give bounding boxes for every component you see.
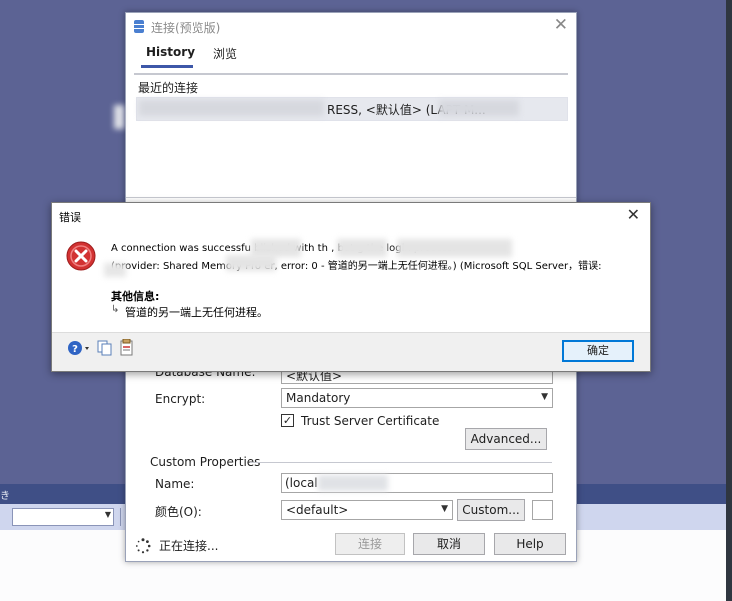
background-strip-text: き [0, 491, 10, 502]
help-button[interactable]: Help [494, 533, 566, 555]
custom-properties-label: Custom Properties [150, 455, 261, 469]
error-dialog-title: 错误 [59, 211, 81, 224]
chevron-down-icon: ▼ [541, 392, 548, 402]
redacted-region [337, 239, 387, 257]
encrypt-select[interactable]: Mandatory ▼ [281, 388, 553, 408]
connecting-status: 正在连接... [159, 539, 219, 553]
tab-browse[interactable]: 浏览 [213, 45, 237, 62]
redacted-region [226, 255, 276, 271]
ok-button[interactable]: 确定 [562, 340, 634, 362]
error-icon [66, 241, 96, 271]
close-icon[interactable]: ✕ [627, 205, 640, 224]
encrypt-value: Mandatory [286, 391, 351, 405]
additional-info-text: 管道的另一端上无任何进程。 [125, 306, 268, 319]
redacted-region [397, 239, 512, 257]
error-dialog-titlebar: 错误 ✕ [52, 203, 650, 228]
chevron-down-icon: ▼ [104, 510, 111, 519]
error-message-line-2: (provider: Shared Memory Pro er, error: … [111, 261, 602, 272]
copy-icon[interactable] [97, 340, 113, 356]
color-value: <default> [286, 503, 349, 517]
error-dialog-divider [52, 332, 650, 333]
custom-color-button[interactable]: Custom... [457, 499, 525, 521]
recent-connection-item[interactable]: RESS, <默认值> (LAPT M... [136, 97, 568, 121]
section-divider [126, 197, 576, 198]
connect-dialog-title: 连接(预览版) [151, 21, 221, 35]
error-dialog: 错误 ✕ A connection was successfu blished … [51, 202, 651, 372]
spinner-icon [135, 538, 151, 554]
redacted-region [439, 100, 519, 116]
connect-dialog-titlebar: 连接(预览版) ✕ [126, 13, 576, 41]
database-icon [134, 20, 144, 33]
help-icon[interactable]: ? [68, 340, 90, 356]
close-icon[interactable]: ✕ [554, 15, 568, 35]
redacted-region [318, 475, 388, 491]
redacted-region [114, 105, 124, 129]
toolbar-separator [120, 508, 121, 526]
details-icon[interactable] [119, 339, 135, 356]
color-select[interactable]: <default> ▼ [281, 500, 453, 520]
redacted-region [139, 100, 324, 116]
svg-text:?: ? [72, 344, 78, 355]
name-input[interactable]: (local [281, 473, 553, 493]
advanced-button[interactable]: Advanced... [465, 428, 547, 450]
encrypt-label: Encrypt: [155, 392, 206, 406]
custom-properties-divider [250, 462, 552, 463]
trust-server-certificate-checkbox[interactable]: ✓ [281, 414, 294, 427]
tab-history[interactable]: History [146, 45, 195, 59]
redacted-region [104, 263, 126, 277]
background-dropdown[interactable]: ▼ [12, 508, 114, 526]
window-edge [726, 0, 732, 601]
recent-connections-label: 最近的连接 [138, 81, 199, 95]
active-tab-indicator [141, 65, 193, 68]
additional-info-label: 其他信息: [111, 290, 160, 303]
cancel-button[interactable]: 取消 [413, 533, 485, 555]
name-label: Name: [155, 477, 195, 491]
tree-branch-icon: ↳ [111, 304, 120, 315]
chevron-down-icon: ▼ [441, 504, 448, 514]
color-label: 颜色(O): [155, 505, 202, 519]
trust-server-certificate-label: Trust Server Certificate [301, 414, 440, 428]
connect-button[interactable]: 连接 [335, 533, 405, 555]
color-swatch[interactable] [532, 500, 553, 520]
name-value: (local [285, 476, 318, 490]
tabs-divider [134, 73, 568, 75]
